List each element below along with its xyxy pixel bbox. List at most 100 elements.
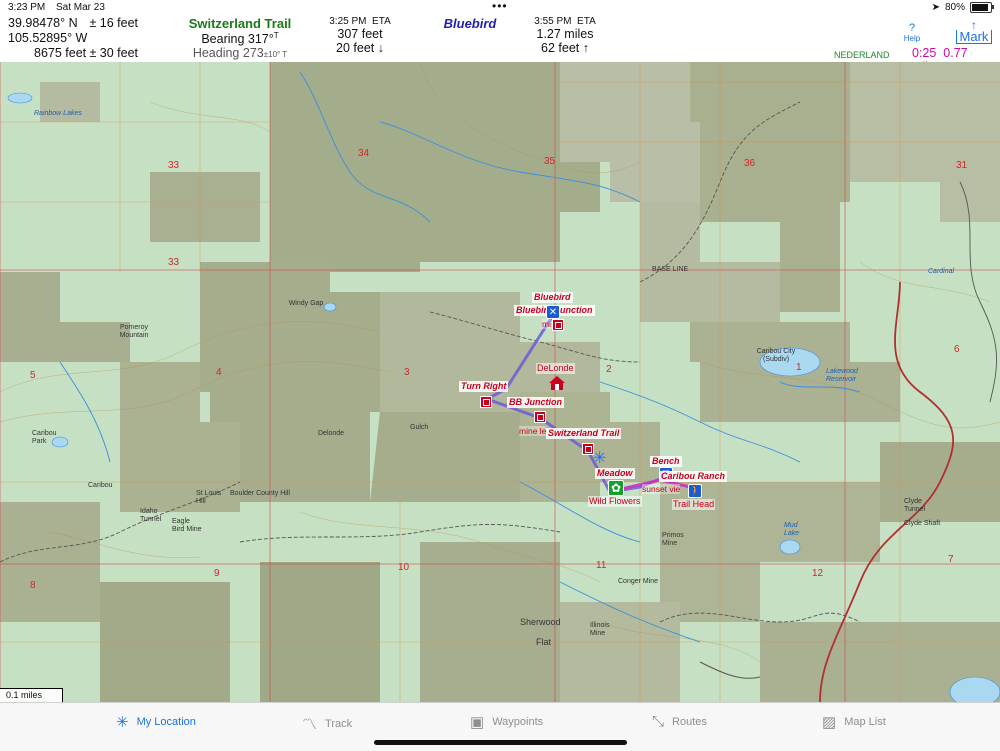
target-trail-name[interactable]: Switzerland Trail xyxy=(170,16,310,31)
heading-value: 273 xyxy=(242,46,264,61)
place-label: Delonde xyxy=(318,430,345,437)
topo-map[interactable]: 33 34 35 36 31 4 3 2 1 6 5 9 10 11 12 7 … xyxy=(0,62,1000,702)
place-label: Mud Lake xyxy=(784,522,800,537)
help-button[interactable]: ? Help xyxy=(898,22,926,43)
place-label: Flat xyxy=(536,637,552,647)
section-number: 34 xyxy=(358,148,370,159)
place-label: Cardinal xyxy=(928,268,955,275)
eta1-elevation: 20 feet ↓ xyxy=(336,41,384,55)
tab-track[interactable]: 〽 Track xyxy=(302,713,352,734)
place-label: BASE LINE xyxy=(652,266,689,273)
section-number: 7 xyxy=(948,554,954,565)
longitude: 105.52895° W xyxy=(8,31,88,45)
tab-label: Map List xyxy=(844,716,886,728)
waypoint-label-turn-right[interactable]: Turn Right xyxy=(459,381,509,392)
tab-routes[interactable]: ⤡ Routes xyxy=(652,713,707,730)
place-label: St Louis Hill xyxy=(196,490,222,505)
tab-waypoints[interactable]: ▣ Waypoints xyxy=(470,713,543,731)
destination-panel[interactable]: Bluebird xyxy=(420,16,520,31)
battery-icon xyxy=(970,2,994,13)
bluebird-junction-marker[interactable] xyxy=(552,319,564,331)
bearing-value: 317° xyxy=(247,32,274,47)
bearing-label: Bearing xyxy=(201,32,245,47)
heading-sup: ±10° T xyxy=(263,50,288,60)
routes-icon: ⤡ xyxy=(652,713,665,730)
tab-bar: ✳ My Location 〽 Track ▣ Waypoints ⤡ Rout… xyxy=(0,702,1000,751)
target-panel[interactable]: Switzerland Trail Bearing 317°T Heading … xyxy=(170,16,310,60)
section-number: 11 xyxy=(596,560,607,571)
turn-right-marker[interactable] xyxy=(480,396,492,408)
section-number: 36 xyxy=(744,158,756,169)
tab-my-location[interactable]: ✳ My Location xyxy=(116,713,196,731)
latitude: 39.98478° N xyxy=(8,16,78,30)
place-label: Boulder County Hill xyxy=(230,490,290,497)
flower-icon[interactable]: ✿ xyxy=(608,480,624,496)
waypoints-icon: ▣ xyxy=(470,714,485,731)
section-number: 33 xyxy=(168,257,180,268)
place-label: Clyde Shaft xyxy=(904,520,941,527)
position-panel: 39.98478° N ± 16 feet 105.52895° W 8675 … xyxy=(8,16,138,61)
map-list-icon: ▨ xyxy=(822,714,837,731)
waypoint-label-switzerland-trail[interactable]: Switzerland Trail xyxy=(546,428,622,439)
waypoint-label-caribou-ranch[interactable]: Caribou Ranch xyxy=(659,471,728,482)
eta2-time: 3:55 PM xyxy=(534,16,572,27)
heading-label: Heading xyxy=(192,46,240,61)
status-date: Sat Mar 23 xyxy=(56,2,105,13)
location-arrow-icon: ➤ xyxy=(931,2,940,13)
multitask-dots-icon[interactable]: ••• xyxy=(492,0,508,13)
hiker-trailhead-icon[interactable]: 🚶 xyxy=(688,484,702,498)
place-label: Primos Mine xyxy=(662,532,684,547)
waypoint-note-sunset-view: sunset vie xyxy=(642,484,681,494)
section-number: 5 xyxy=(30,370,36,381)
help-label: Help xyxy=(903,34,921,43)
map-scale: 0.1 miles xyxy=(0,688,63,702)
waypoint-label-meadow[interactable]: Meadow xyxy=(595,468,635,479)
place-label: Illinois Mine xyxy=(590,622,610,637)
home-indicator[interactable] xyxy=(374,740,627,745)
place-label: Rainbow Lakes xyxy=(34,110,82,117)
tab-label: My Location xyxy=(136,716,196,728)
section-number: 8 xyxy=(30,580,36,591)
status-bar: 3:23 PM Sat Mar 23 ••• ➤ 80% xyxy=(0,0,1000,14)
waypoint-label-bb-junction[interactable]: BB Junction xyxy=(507,397,564,408)
waypoint-note-mine-left: mine le xyxy=(519,426,547,436)
section-number: 9 xyxy=(214,568,220,579)
tab-label: Track xyxy=(325,717,353,730)
bb-junction-marker[interactable] xyxy=(534,411,546,423)
section-number: 35 xyxy=(544,156,556,167)
destination-name[interactable]: Bluebird xyxy=(420,16,520,31)
place-label: Sherwood xyxy=(520,617,561,627)
my-location-icon: ✳ xyxy=(116,714,129,731)
section-number: 12 xyxy=(812,568,824,579)
horizontal-accuracy: ± 16 feet xyxy=(89,16,138,30)
battery-percent: 80% xyxy=(944,2,965,13)
vertical-accuracy: ± 30 feet xyxy=(89,46,138,60)
help-icon: ? xyxy=(908,22,916,34)
status-time: 3:23 PM xyxy=(8,2,46,13)
place-label: Caribou xyxy=(88,482,113,489)
place-label: Conger Mine xyxy=(618,578,659,585)
place-label: Lakewood Reservoir xyxy=(826,368,858,383)
elevation: 8675 feet xyxy=(34,46,87,60)
eta2-label: ETA xyxy=(577,16,596,27)
section-number: 3 xyxy=(404,367,410,378)
mark-button[interactable]: ↑ Mark xyxy=(956,19,992,44)
section-number: 33 xyxy=(168,160,180,171)
trip-time: 0:25 xyxy=(912,46,937,60)
place-label: Gulch xyxy=(410,424,429,431)
eta2-panel: 3:55 PM ETA 1.27 miles 62 feet ↑ xyxy=(530,16,600,55)
bearing-sup: T xyxy=(273,31,279,40)
place-label: Idaho Tunnel xyxy=(140,508,162,523)
place-label: Caribou City (Subdiv) xyxy=(756,348,796,363)
house-icon[interactable] xyxy=(549,376,565,390)
tab-map-list[interactable]: ▨ Map List xyxy=(822,713,886,731)
waypoint-note-mine: mi xyxy=(542,319,551,329)
section-number: 6 xyxy=(954,344,960,355)
waypoint-label-bench[interactable]: Bench xyxy=(650,456,682,467)
place-label: Windy Gap xyxy=(288,300,324,307)
switzerland-trail-marker[interactable] xyxy=(582,443,594,455)
waypoint-label-delonde[interactable]: DeLonde xyxy=(536,363,575,374)
bluebird-marker-icon[interactable]: ✕ xyxy=(546,305,560,319)
tab-label: Waypoints xyxy=(492,716,544,728)
waypoint-label-bluebird[interactable]: Bluebird xyxy=(532,292,573,303)
